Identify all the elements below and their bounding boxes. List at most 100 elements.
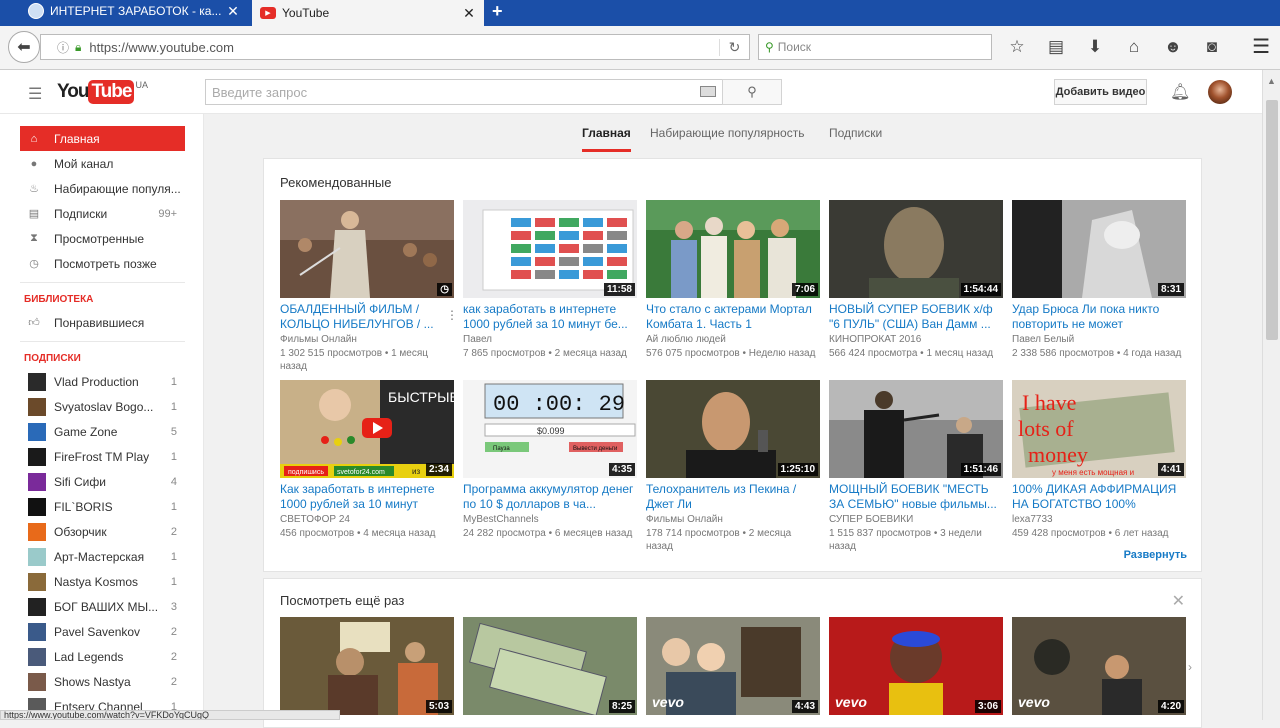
video-channel[interactable]: Ай люблю людей <box>646 334 820 345</box>
video-card[interactable]: 8:25 <box>463 617 637 715</box>
sidebar-item[interactable]: Lad Legends 2 <box>20 644 185 669</box>
video-title[interactable]: ОБАЛДЕННЫЙ ФИЛЬМ / КОЛЬЦО НИБЕЛУНГОВ / .… <box>280 302 454 332</box>
video-thumbnail[interactable]: 1:54:44 <box>829 200 1003 298</box>
video-thumbnail[interactable]: БЫСТРЫЕ ДЕНЬГИ подпишись svetofor24.com из 2… <box>280 380 454 478</box>
home-icon[interactable]: ⌂ <box>1121 34 1147 60</box>
video-title[interactable]: как заработать в интернете 1000 рублей з… <box>463 302 637 332</box>
sidebar-item[interactable]: FireFrost TM Play 1 <box>20 444 185 469</box>
sidebar-item[interactable]: ⌂ Главная <box>20 126 185 151</box>
video-card[interactable]: vevo 3:06 <box>829 617 1003 715</box>
page-scrollbar[interactable]: ▲ <box>1262 70 1280 720</box>
video-thumbnail[interactable]: 1:25:10 <box>646 380 820 478</box>
bookmark-star-icon[interactable]: ☆ <box>1004 34 1030 60</box>
scrollbar-thumb[interactable] <box>1266 100 1278 340</box>
more-actions-icon[interactable]: ⋮ <box>446 308 458 322</box>
video-thumbnail[interactable]: 00 :00: 29 $0.099 Пауза Вывести деньги 4:35 <box>463 380 637 478</box>
video-title[interactable]: МОЩНЫЙ БОЕВИК "МЕСТЬ ЗА СЕМЬЮ" новые фил… <box>829 482 1003 512</box>
video-title[interactable]: Как заработать в интернете 1000 рублей з… <box>280 482 454 512</box>
youtube-search-input[interactable]: Введите запрос <box>205 79 723 105</box>
video-card[interactable]: 5:03 <box>280 617 454 715</box>
video-thumbnail[interactable]: 8:31 <box>1012 200 1186 298</box>
sidebar-item[interactable]: Арт-Мастерская 1 <box>20 544 185 569</box>
video-card[interactable]: I have lots of money у меня есть мощная и 4:… <box>1012 380 1186 540</box>
video-card[interactable]: vevo 4:20 <box>1012 617 1186 715</box>
sidebar-item[interactable]: ● Мой канал <box>20 151 185 176</box>
sidebar-item[interactable]: Vlad Production 1 <box>20 369 185 394</box>
video-card[interactable]: 8:31 Удар Брюса Ли пока никто повторить н… <box>1012 200 1186 360</box>
video-channel[interactable]: КИНОПРОКАТ 2016 <box>829 334 1003 345</box>
close-tab-icon[interactable]: ✕ <box>226 3 240 20</box>
video-channel[interactable]: MyBestChannels <box>463 514 637 525</box>
reading-list-icon[interactable]: ▤ <box>1043 34 1069 60</box>
video-channel[interactable]: Павел <box>463 334 637 345</box>
browser-search-field[interactable]: ⚲ Поиск <box>758 34 992 60</box>
video-title[interactable]: Удар Брюса Ли пока никто повторить не мо… <box>1012 302 1186 332</box>
back-button[interactable]: ⬅ <box>8 31 40 63</box>
video-title[interactable]: Телохранитель из Пекина / Джет Ли <box>646 482 820 512</box>
video-thumbnail[interactable]: 7:06 <box>646 200 820 298</box>
sidebar-item[interactable]: ⧗ Просмотренные <box>20 226 185 251</box>
video-card[interactable]: 00 :00: 29 $0.099 Пауза Вывести деньги 4:35 П… <box>463 380 637 540</box>
sidebar-item[interactable]: Sifi Сифи 4 <box>20 469 185 494</box>
sidebar-item[interactable]: БОГ ВАШИХ МЫ... 3 <box>20 594 185 619</box>
video-card[interactable]: ◷ ОБАЛДЕННЫЙ ФИЛЬМ / КОЛЬЦО НИБЕЛУНГОВ / … <box>280 200 458 373</box>
tab-subscriptions[interactable]: Подписки <box>829 126 882 140</box>
sidebar-item[interactable]: ♨ Набирающие популя... <box>20 176 185 201</box>
video-thumbnail[interactable]: vevo 4:43 <box>646 617 820 715</box>
video-card[interactable]: 1:51:46 МОЩНЫЙ БОЕВИК "МЕСТЬ ЗА СЕМЬЮ" но… <box>829 380 1003 553</box>
video-thumbnail[interactable]: ◷ <box>280 200 454 298</box>
address-bar[interactable]: ⓘ 🔒︎ https://www.youtube.com ↻ <box>40 34 750 60</box>
avatar[interactable] <box>1208 80 1232 104</box>
video-thumbnail[interactable]: 8:25 <box>463 617 637 715</box>
add-video-button[interactable]: Добавить видео <box>1054 79 1147 105</box>
video-thumbnail[interactable]: vevo 3:06 <box>829 617 1003 715</box>
next-arrow-icon[interactable]: › <box>1188 660 1192 674</box>
new-tab-button[interactable]: + <box>492 0 503 22</box>
watch-later-icon[interactable]: ◷ <box>437 283 452 296</box>
video-thumbnail[interactable]: 11:58 <box>463 200 637 298</box>
video-thumbnail[interactable]: 5:03 <box>280 617 454 715</box>
browser-menu-icon[interactable]: ☰ <box>1252 34 1270 59</box>
sidebar-item[interactable]: Nastya Kosmos 1 <box>20 569 185 594</box>
video-title[interactable]: Что стало с актерами Мортал Комбата 1. Ч… <box>646 302 820 332</box>
video-title[interactable]: Программа аккумулятор денег по 10 $ долл… <box>463 482 637 512</box>
video-channel[interactable]: Павел Белый <box>1012 334 1186 345</box>
video-title[interactable]: 100% ДИКАЯ АФФИРМАЦИЯ НА БОГАТСТВО 100% <box>1012 482 1186 512</box>
sidebar-item[interactable]: ◷ Посмотреть позже <box>20 251 185 276</box>
video-channel[interactable]: lexa7733 <box>1012 514 1186 525</box>
video-thumbnail[interactable]: vevo 4:20 <box>1012 617 1186 715</box>
video-channel[interactable]: Фильмы Онлайн <box>646 514 820 525</box>
sidebar-item[interactable]: Обзорчик 2 <box>20 519 185 544</box>
video-title[interactable]: НОВЫЙ СУПЕР БОЕВИК х/ф "6 ПУЛЬ" (США) Ва… <box>829 302 1003 332</box>
sidebar-item[interactable]: ▤ Подписки 99+ <box>20 201 185 226</box>
close-tab-icon[interactable]: ✕ <box>462 5 476 22</box>
hello-icon[interactable]: ☻ <box>1160 34 1186 60</box>
sidebar-item[interactable]: FIL`BORIS 1 <box>20 494 185 519</box>
video-card[interactable]: 11:58 как заработать в интернете 1000 руб… <box>463 200 637 360</box>
video-card[interactable]: БЫСТРЫЕ ДЕНЬГИ подпишись svetofor24.com из 2… <box>280 380 454 540</box>
video-card[interactable]: 1:25:10 Телохранитель из Пекина / Джет Ли… <box>646 380 820 553</box>
expand-link[interactable]: Развернуть <box>1124 549 1187 561</box>
keyboard-icon[interactable] <box>700 86 716 97</box>
sidebar-item[interactable]: Shows Nastya 2 <box>20 669 185 694</box>
sidebar-item[interactable]: Svyatoslav Bogo... 1 <box>20 394 185 419</box>
download-icon[interactable]: ⬇ <box>1082 34 1108 60</box>
video-card[interactable]: vevo 4:43 <box>646 617 820 715</box>
close-section-icon[interactable]: ✕ <box>1172 591 1185 611</box>
pocket-icon[interactable]: ◙ <box>1199 34 1225 60</box>
scroll-up-arrow-icon[interactable]: ▲ <box>1267 76 1276 86</box>
guide-menu-icon[interactable]: ☰ <box>28 84 42 104</box>
video-card[interactable]: 1:54:44 НОВЫЙ СУПЕР БОЕВИК х/ф "6 ПУЛЬ" (… <box>829 200 1003 360</box>
notifications-bell-icon[interactable]: 🔔︎ <box>1170 82 1190 102</box>
sidebar-item[interactable]: Game Zone 5 <box>20 419 185 444</box>
browser-tab-earnings[interactable]: ИНТЕРНЕТ ЗАРАБОТОК - ка... ✕ <box>20 0 248 22</box>
tab-trending[interactable]: Набирающие популярность <box>650 126 804 140</box>
sidebar-item[interactable]: Pavel Savenkov 2 <box>20 619 185 644</box>
browser-tab-youtube[interactable]: ▶ YouTube ✕ <box>252 0 484 26</box>
video-thumbnail[interactable]: I have lots of money у меня есть мощная и 4:… <box>1012 380 1186 478</box>
youtube-logo[interactable]: You Tube UA <box>57 80 148 104</box>
sidebar-item[interactable]: 👍︎ Понравившиеся <box>20 310 185 335</box>
tab-home[interactable]: Главная <box>582 126 631 152</box>
search-button[interactable]: ⚲ <box>722 79 782 105</box>
video-card[interactable]: 7:06 Что стало с актерами Мортал Комбата … <box>646 200 820 360</box>
